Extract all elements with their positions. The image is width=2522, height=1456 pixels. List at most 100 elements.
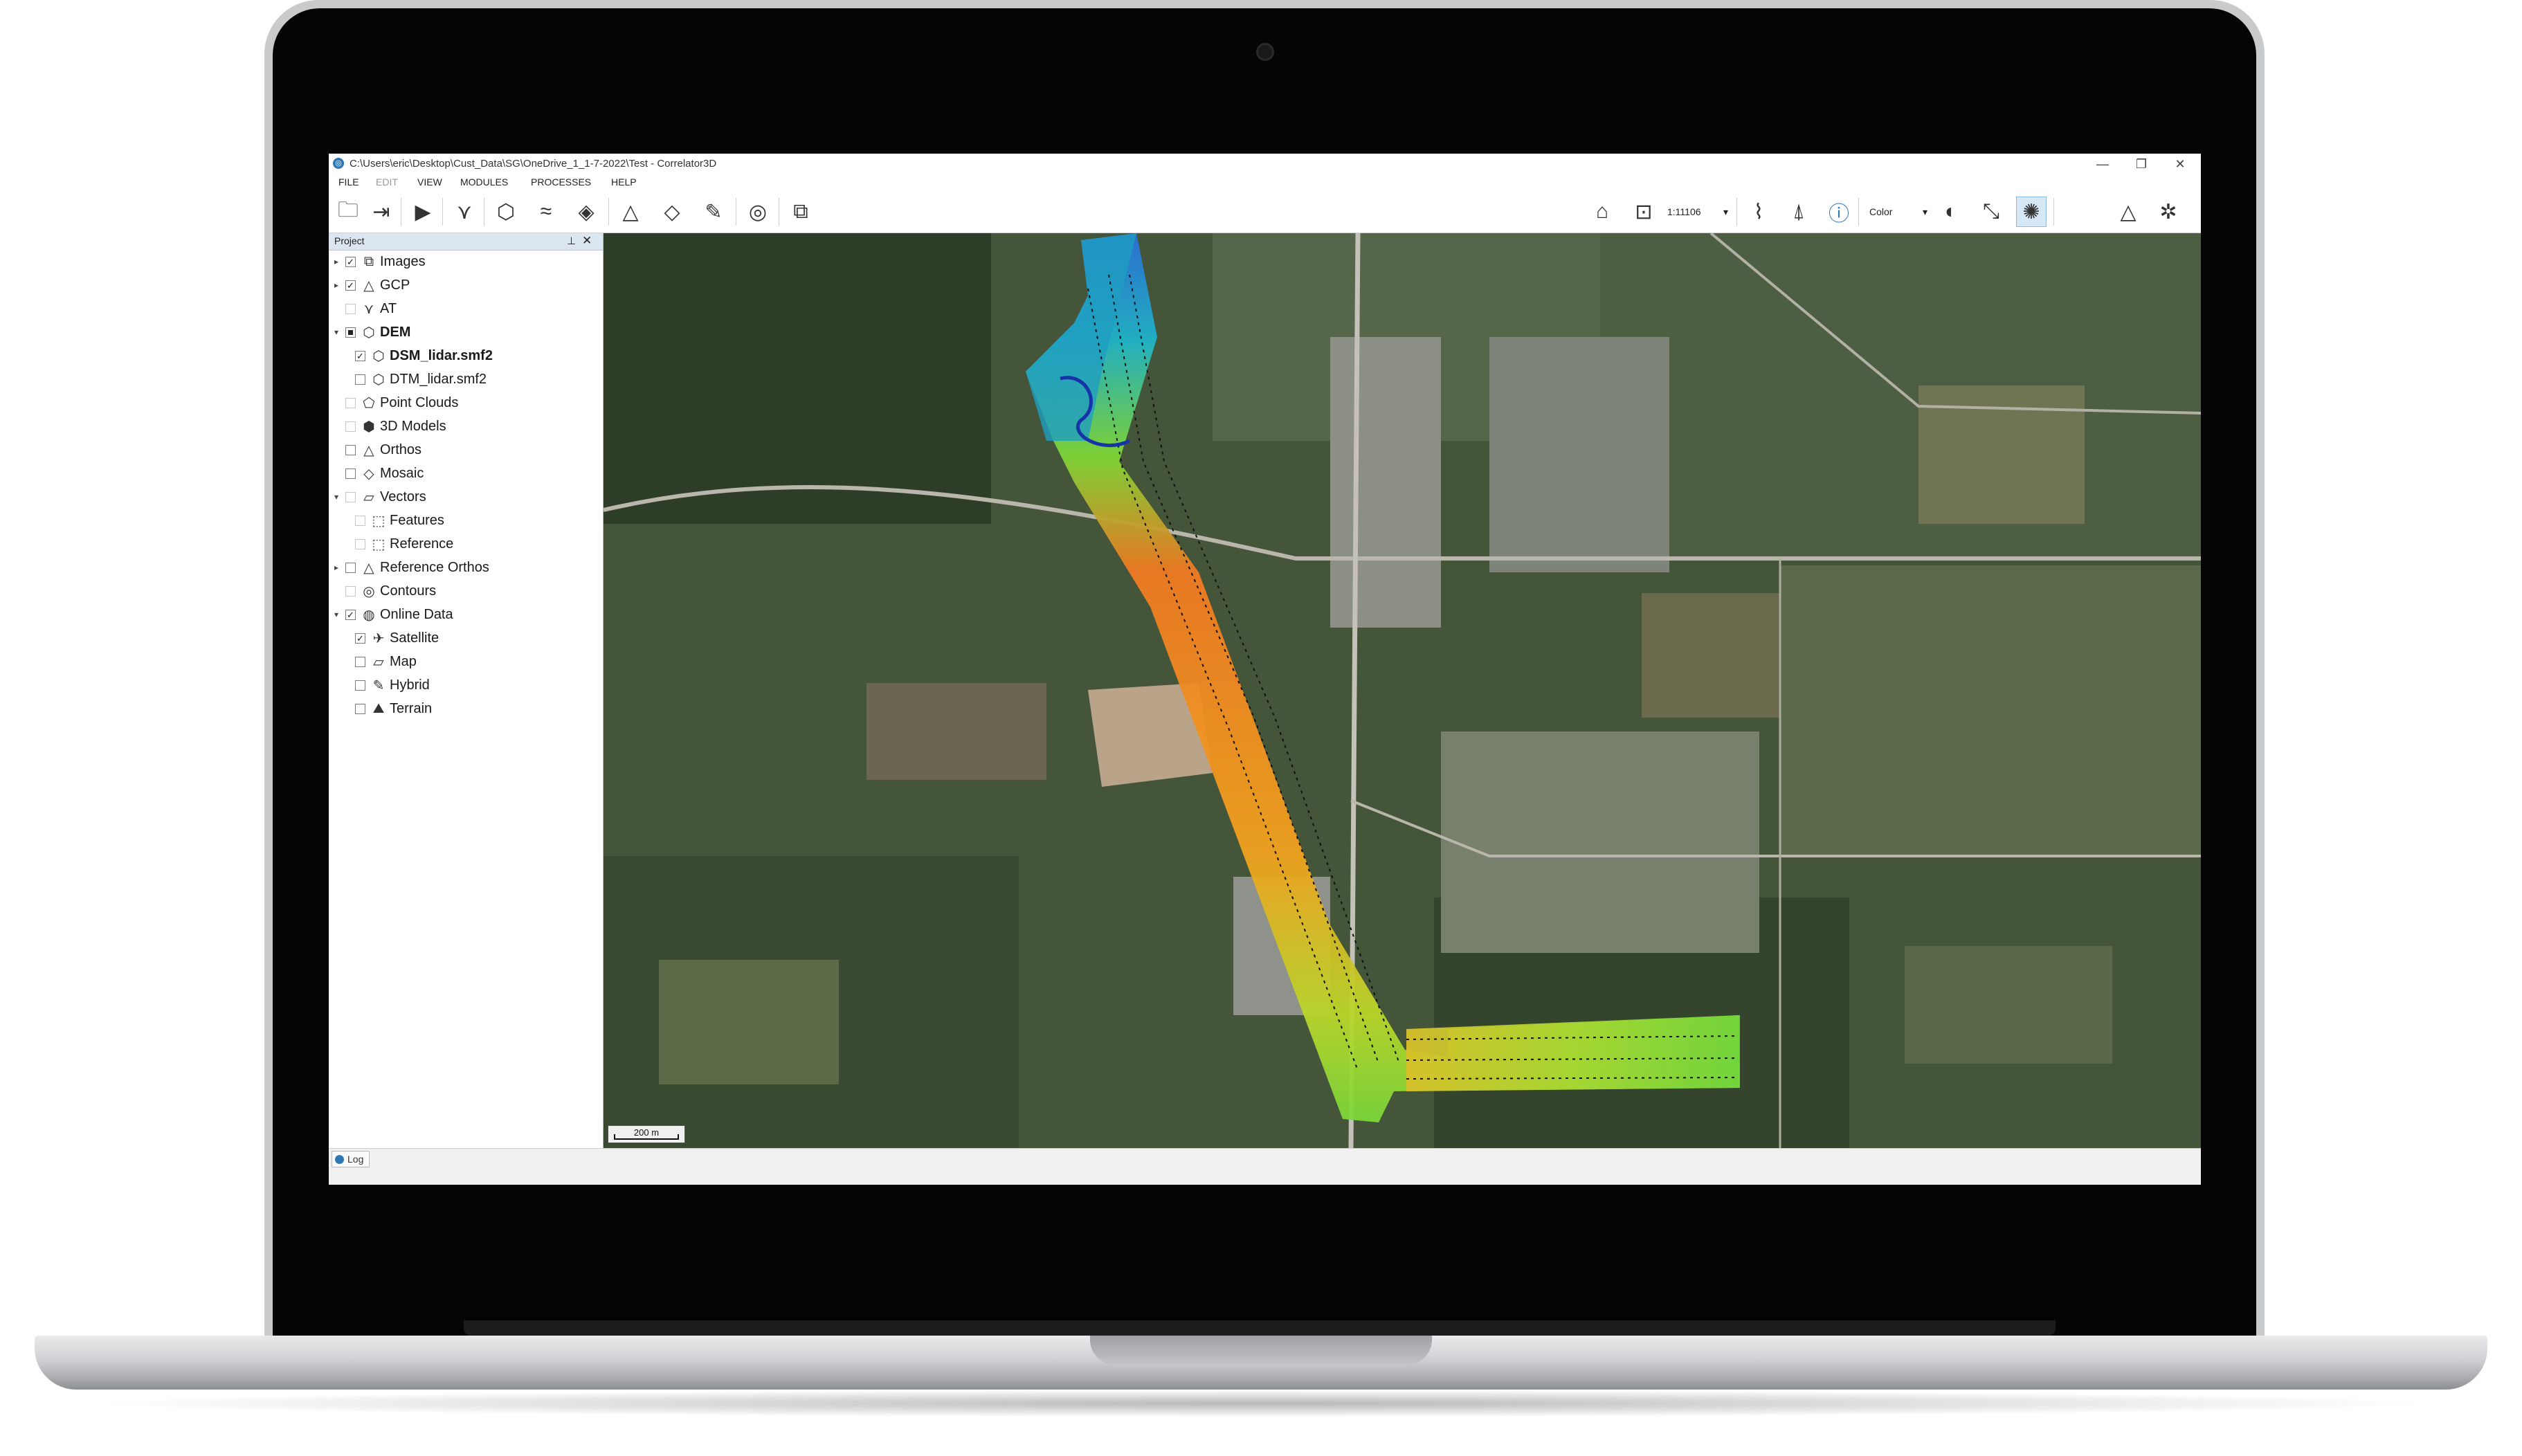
zoom-extent-icon[interactable]: ⊡: [1629, 197, 1659, 227]
checkbox[interactable]: [355, 656, 365, 667]
vector-icon: ▱: [363, 489, 374, 505]
checkbox[interactable]: [345, 303, 356, 314]
checkbox[interactable]: [345, 444, 356, 455]
tree-item-map[interactable]: ▱ Map: [351, 651, 417, 672]
checkbox[interactable]: [355, 703, 365, 714]
expand-icon[interactable]: ▸: [332, 563, 341, 572]
tree-label: Map: [390, 653, 417, 669]
tree-item-terrain[interactable]: ⛰ Terrain: [351, 698, 432, 719]
home-icon[interactable]: ⌂: [1587, 197, 1617, 227]
ortho-icon: △: [363, 442, 374, 458]
pin-icon[interactable]: ⊥: [567, 235, 576, 247]
network-icon[interactable]: ✲: [2153, 197, 2184, 227]
dense-matching-icon[interactable]: ⬡: [491, 197, 521, 227]
collapse-icon[interactable]: ▾: [332, 327, 341, 337]
tree-item-satellite[interactable]: ✓ ✈ Satellite: [351, 628, 439, 648]
edit-mosaic-icon[interactable]: ✎: [698, 197, 729, 227]
checkbox[interactable]: [345, 468, 356, 479]
minimize-button[interactable]: —: [2085, 155, 2120, 173]
close-button[interactable]: ✕: [2163, 155, 2197, 173]
color-palette-icon[interactable]: ◐: [1936, 197, 1966, 227]
tree-label: GCP: [380, 277, 410, 293]
point-cloud-icon: ⬠: [363, 395, 375, 411]
map-view[interactable]: 200 m: [604, 233, 2201, 1148]
tree-item-contours[interactable]: ◎ Contours: [332, 581, 436, 601]
profile-icon[interactable]: ⌇: [1743, 197, 1774, 227]
project-panel: Project ⊥ ✕ ▸ ✓ ⧉ Images ▸ ✓ △ GCP ⋎ AT …: [329, 233, 604, 1148]
tree-label: Point Clouds: [380, 394, 459, 410]
tree-item-reference-orthos[interactable]: ▸ △ Reference Orthos: [332, 557, 489, 578]
checkbox[interactable]: ✓: [345, 609, 356, 620]
tree-label: Reference: [390, 536, 454, 552]
import-icon[interactable]: ⇥: [366, 197, 397, 227]
ortho-icon[interactable]: △: [615, 197, 646, 227]
tree-item-at[interactable]: ⋎ AT: [332, 298, 397, 319]
menu-edit[interactable]: EDIT: [376, 176, 398, 188]
run-icon[interactable]: ▶: [408, 197, 438, 227]
tree-item-point-clouds[interactable]: ⬠ Point Clouds: [332, 392, 458, 413]
menu-modules[interactable]: MODULES: [460, 176, 508, 188]
checkbox[interactable]: ✓: [355, 633, 365, 644]
export-tiles-icon[interactable]: ⧉: [786, 197, 816, 227]
webcam-icon: [1256, 43, 1274, 61]
tree-item-reference[interactable]: ⬚ Reference: [351, 534, 453, 554]
tree-item-vectors[interactable]: ▾ ▱ Vectors: [332, 486, 426, 507]
checkbox[interactable]: [355, 374, 365, 385]
color-mode-select[interactable]: Color ▾: [1865, 202, 1932, 221]
checkbox[interactable]: [345, 327, 356, 338]
menu-view[interactable]: VIEW: [417, 176, 442, 188]
tree-item-dem[interactable]: ▾ ⬡ DEM: [332, 322, 410, 343]
tree-item-mosaic[interactable]: ◇ Mosaic: [332, 463, 424, 484]
expand-icon[interactable]: ▸: [332, 257, 341, 266]
contours-icon: ◎: [363, 583, 375, 599]
dsm-icon[interactable]: ≈: [531, 197, 561, 227]
tree-item-3d-models[interactable]: ⬢ 3D Models: [332, 416, 446, 437]
collapse-icon[interactable]: ▾: [332, 610, 341, 619]
stretch-icon[interactable]: ⤡: [1976, 197, 2006, 227]
tree-item-gcp[interactable]: ▸ ✓ △ GCP: [332, 275, 410, 295]
tree-item-online-data[interactable]: ▾ ✓ ◍ Online Data: [332, 604, 453, 625]
checkbox[interactable]: [345, 491, 356, 502]
expand-icon[interactable]: ▸: [332, 280, 341, 290]
dtm-icon[interactable]: ◈: [571, 197, 601, 227]
info-icon[interactable]: ⓘ: [1824, 197, 1854, 227]
menu-processes[interactable]: PROCESSES: [531, 176, 591, 188]
tree-item-hybrid[interactable]: ✎ Hybrid: [351, 675, 430, 695]
checkbox[interactable]: ✓: [355, 350, 365, 361]
checkbox[interactable]: [355, 538, 365, 549]
measure-icon[interactable]: ⍋: [1784, 197, 1814, 227]
tree-item-images[interactable]: ▸ ✓ ⧉ Images: [332, 251, 426, 272]
checkbox[interactable]: [355, 515, 365, 526]
checkbox[interactable]: [345, 397, 356, 408]
close-icon[interactable]: ✕: [582, 234, 592, 248]
checkbox[interactable]: [355, 680, 365, 691]
dsm-icon: ⬡: [372, 348, 385, 364]
window-title: C:\Users\eric\Desktop\Cust_Data\SG\OneDr…: [350, 158, 717, 170]
open-project-icon[interactable]: 🗀: [333, 197, 363, 227]
maximize-button[interactable]: ❐: [2124, 155, 2159, 173]
tree-item-features[interactable]: ⬚ Features: [351, 510, 444, 531]
hillshade-icon[interactable]: ✺: [2016, 197, 2047, 227]
tree-label: DSM_lidar.smf2: [390, 347, 493, 363]
images-icon: ⧉: [363, 253, 374, 269]
view-3d-icon[interactable]: ◎: [743, 197, 773, 227]
menu-help[interactable]: HELP: [611, 176, 637, 188]
checkbox[interactable]: [345, 421, 356, 432]
checkbox[interactable]: ✓: [345, 280, 356, 291]
collapse-icon[interactable]: ▾: [332, 492, 341, 502]
menu-file[interactable]: FILE: [338, 176, 359, 188]
aerial-triangulation-icon[interactable]: ⋎: [449, 197, 480, 227]
chevron-down-icon: ▾: [1922, 206, 1927, 217]
checkbox[interactable]: [345, 585, 356, 597]
log-tab[interactable]: Log: [332, 1151, 370, 1167]
tree-item-dtm-lidar[interactable]: ⬡ DTM_lidar.smf2: [351, 369, 487, 390]
mosaic-icon[interactable]: ◇: [657, 197, 687, 227]
checkbox[interactable]: [345, 562, 356, 573]
map-scale-select[interactable]: 1:11106 ▾: [1663, 202, 1732, 221]
tree-label: Satellite: [390, 630, 439, 646]
tree-item-dsm-lidar[interactable]: ✓ ⬡ DSM_lidar.smf2: [351, 345, 493, 366]
tree-label: Orthos: [380, 442, 422, 457]
checkbox[interactable]: ✓: [345, 256, 356, 267]
triangle-tool-icon[interactable]: △: [2113, 197, 2143, 227]
tree-item-orthos[interactable]: △ Orthos: [332, 439, 421, 460]
